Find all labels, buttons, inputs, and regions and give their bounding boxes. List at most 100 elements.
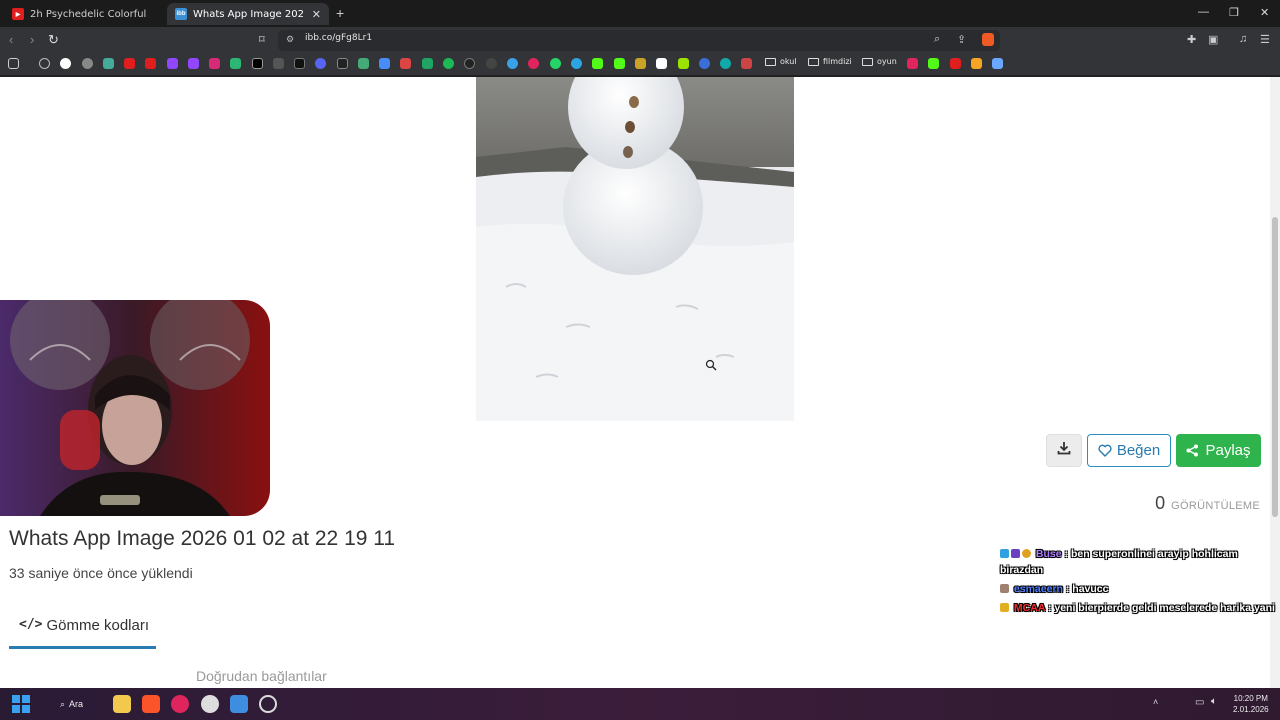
drive-icon[interactable]: [422, 58, 433, 69]
history-icon[interactable]: [39, 58, 50, 69]
whatsapp-icon[interactable]: [550, 58, 561, 69]
address-field[interactable]: [278, 30, 1000, 51]
imgbb-icon: ibb: [175, 8, 187, 20]
bookmark-favicon[interactable]: [720, 58, 731, 69]
bookmark-favicon[interactable]: [464, 58, 475, 69]
apps-icon[interactable]: [8, 58, 19, 69]
bookmark-favicon[interactable]: [507, 58, 518, 69]
taskbar: ⌕ Ara ˄ ▭ 🔈︎ 10:20 PM 2.01.2026: [0, 688, 1280, 720]
bookmark-favicon[interactable]: [82, 58, 93, 69]
bookmark-favicon[interactable]: [656, 58, 667, 69]
youtube-icon[interactable]: [145, 58, 156, 69]
brave-shield-icon[interactable]: [982, 33, 994, 46]
stream-chat-overlay: Buse : ben superonlinei arayip hohlicam …: [1000, 546, 1275, 619]
new-tab-icon[interactable]: +: [336, 5, 344, 21]
bookmark-favicon[interactable]: [528, 58, 539, 69]
tab-embed-codes[interactable]: </> Gömme kodları: [9, 606, 156, 649]
tab-youtube[interactable]: ▶ 2h Psychedelic Colorful Neon Backgr: [4, 3, 166, 25]
github-icon[interactable]: [486, 58, 497, 69]
badge-icon: [1000, 584, 1009, 593]
bookmark-favicon[interactable]: [337, 58, 348, 69]
network-icon[interactable]: ▭: [1195, 697, 1204, 708]
kick-icon[interactable]: [592, 58, 603, 69]
screen: ▶ 2h Psychedelic Colorful Neon Backgr ib…: [0, 0, 1280, 720]
bookmark-folder-filmdizi[interactable]: filmdizi: [808, 57, 852, 66]
taskbar-clock[interactable]: 10:20 PM 2.01.2026: [1233, 693, 1269, 715]
tray-arrow-icon[interactable]: ˄: [1153, 697, 1158, 707]
bookmark-favicon[interactable]: [635, 58, 646, 69]
windows-start-icon[interactable]: [12, 695, 30, 713]
twitch-icon[interactable]: [167, 58, 178, 69]
search-icon: ⌕: [60, 698, 66, 709]
gmail-icon[interactable]: [400, 58, 411, 69]
media-icon[interactable]: ♫: [1239, 33, 1247, 45]
x-icon[interactable]: [252, 58, 263, 69]
bookmark-favicon[interactable]: [678, 58, 689, 69]
instagram-icon[interactable]: [209, 58, 220, 69]
bookmark-favicon[interactable]: [358, 58, 369, 69]
close-tab-icon[interactable]: ✕: [312, 8, 321, 21]
close-window-icon[interactable]: ✕: [1260, 6, 1269, 19]
brave-icon[interactable]: [142, 695, 160, 713]
sidebar-icon[interactable]: ▣: [1208, 33, 1218, 46]
badge-icon: [1022, 549, 1031, 558]
bookmark-favicon[interactable]: [741, 58, 752, 69]
scrollbar[interactable]: [1270, 77, 1280, 688]
chat-message: MCAA : yeni bierpierde geldi meselerede …: [1000, 600, 1275, 616]
bookmark-icon[interactable]: ⌑: [259, 33, 265, 46]
google-icon[interactable]: [60, 58, 71, 69]
youtube-icon[interactable]: [950, 58, 961, 69]
tiktok-icon[interactable]: [294, 58, 305, 69]
photos-icon[interactable]: [230, 695, 248, 713]
code-icon: </>: [19, 617, 43, 632]
chat-message: esmaeern : havucc: [1000, 581, 1270, 597]
star-icon[interactable]: [971, 58, 982, 69]
search-label: Ara: [69, 699, 84, 709]
extensions-icon[interactable]: ✚: [1187, 33, 1196, 46]
bookmark-favicon[interactable]: [699, 58, 710, 69]
media-player-icon[interactable]: [171, 695, 189, 713]
folder-icon: [862, 57, 873, 66]
back-icon[interactable]: ‹: [9, 32, 13, 47]
view-counter: 0 GÖRÜNTÜLEME: [1155, 493, 1260, 514]
embed-tab-label: Gömme kodları: [46, 617, 150, 634]
like-button[interactable]: Beğen: [1087, 434, 1171, 467]
kick-icon[interactable]: [928, 58, 939, 69]
bookmark-favicon[interactable]: [907, 58, 918, 69]
site-info-icon[interactable]: ⚙: [286, 34, 294, 45]
bookmark-favicon[interactable]: [103, 58, 114, 69]
telegram-icon[interactable]: [571, 58, 582, 69]
twitch-icon[interactable]: [188, 58, 199, 69]
forward-icon[interactable]: ›: [30, 32, 34, 47]
share-page-icon[interactable]: ⇪: [957, 33, 966, 46]
zoom-icon[interactable]: ⌕: [934, 33, 940, 46]
discord-icon[interactable]: [315, 58, 326, 69]
obs-icon[interactable]: [201, 695, 219, 713]
translate-icon[interactable]: [379, 58, 390, 69]
bookmark-favicon[interactable]: [992, 58, 1003, 69]
volume-icon[interactable]: 🔈︎: [1211, 696, 1217, 707]
restore-icon[interactable]: ❐: [1229, 6, 1239, 19]
view-label: GÖRÜNTÜLEME: [1171, 500, 1260, 512]
file-explorer-icon[interactable]: [113, 695, 131, 713]
share-button[interactable]: Paylaş: [1176, 434, 1261, 467]
bookmark-folder-okul[interactable]: okul: [765, 57, 797, 66]
taskbar-search[interactable]: ⌕ Ara: [52, 694, 102, 714]
kick-icon[interactable]: [614, 58, 625, 69]
download-button[interactable]: [1046, 434, 1082, 467]
reload-icon[interactable]: ↻: [48, 32, 59, 48]
uploaded-image[interactable]: [476, 77, 794, 421]
scrollbar-thumb[interactable]: [1272, 217, 1278, 517]
minimize-icon[interactable]: —: [1198, 6, 1209, 18]
bookmark-favicon[interactable]: [273, 58, 284, 69]
bookmark-folder-oyun[interactable]: oyun: [862, 57, 897, 66]
menu-icon[interactable]: ☰: [1260, 33, 1270, 46]
spotify-icon[interactable]: [443, 58, 454, 69]
chat-text: : havucc: [1065, 583, 1109, 595]
settings-icon[interactable]: [259, 695, 277, 713]
tab-imgbb[interactable]: ibb Whats App Image 2026 01 02 at ✕: [167, 3, 329, 25]
youtube-icon[interactable]: [124, 58, 135, 69]
heart-icon: [1098, 444, 1112, 457]
clock-date: 2.01.2026: [1233, 705, 1269, 714]
bookmark-favicon[interactable]: [230, 58, 241, 69]
